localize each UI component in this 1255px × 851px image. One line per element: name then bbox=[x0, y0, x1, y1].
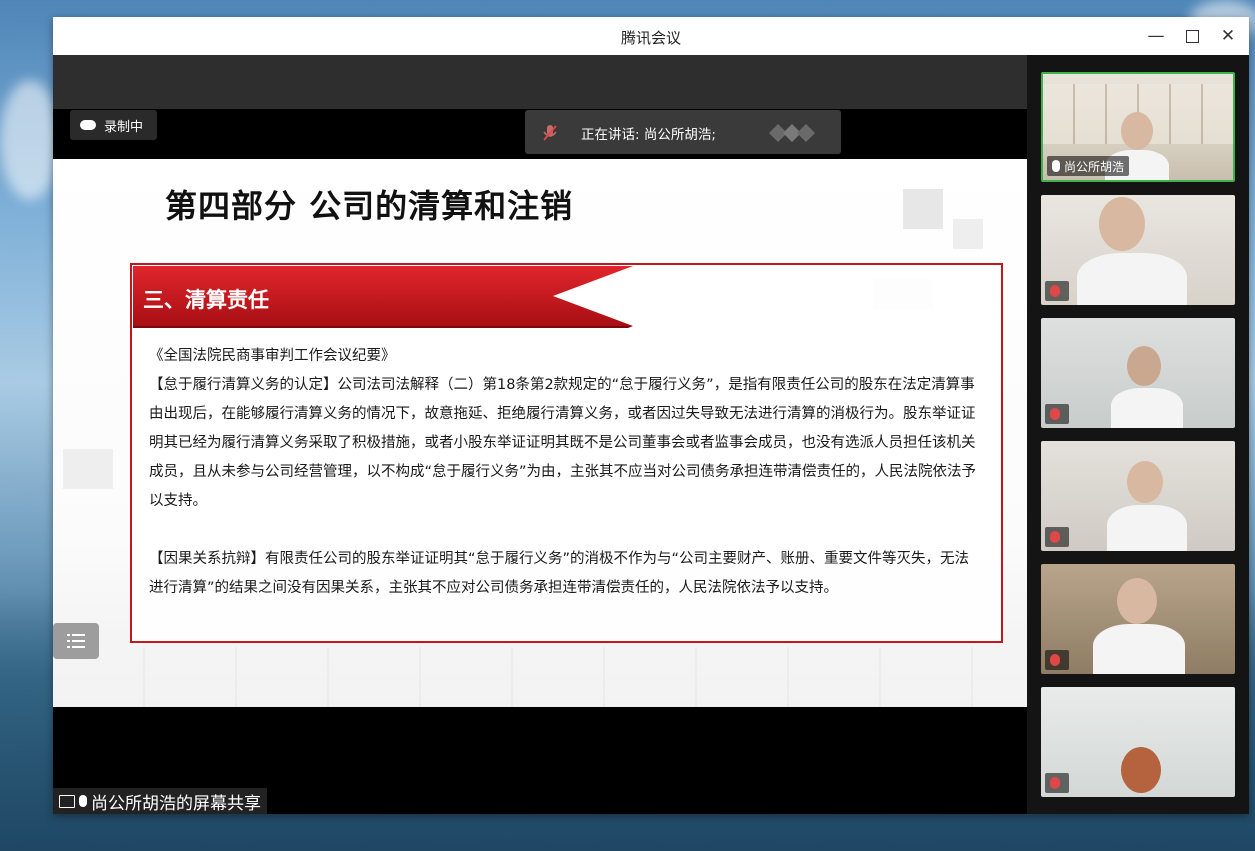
mic-muted-icon bbox=[1050, 285, 1060, 297]
minimize-icon[interactable]: — bbox=[1143, 23, 1169, 49]
presentation-slide: 第四部分 公司的清算和注销 三、清算责任 《全国法院民商事审判工作会议纪要》 【… bbox=[53, 159, 1027, 707]
participant-name-tag bbox=[1045, 527, 1069, 547]
slide-floor bbox=[53, 647, 1027, 707]
participant-name-tag: 尚公所胡浩 bbox=[1047, 156, 1130, 176]
speaking-text: 正在讲话: 尚公所胡浩; bbox=[581, 127, 716, 143]
participant-tile[interactable] bbox=[1041, 441, 1235, 551]
participant-tile[interactable] bbox=[1041, 195, 1235, 305]
participant-face bbox=[1117, 578, 1157, 624]
paragraph-duty: 【怠于履行清算义务的认定】公司法司法解释（二）第18条第2款规定的“怠于履行义务… bbox=[149, 377, 977, 509]
paragraph-causation: 【因果关系抗辩】有限责任公司的股东举证证明其“怠于履行义务”的消极不作为与“公司… bbox=[149, 551, 970, 596]
participant-body bbox=[1093, 624, 1185, 674]
slide-decoration bbox=[953, 219, 983, 249]
mic-muted-icon bbox=[1050, 777, 1060, 789]
participant-body bbox=[1107, 505, 1187, 551]
recording-label: 录制中 bbox=[104, 119, 144, 135]
share-label-text: 尚公所胡浩的屏幕共享 bbox=[91, 793, 261, 814]
background-cloud bbox=[0, 80, 60, 200]
speaking-indicator: 正在讲话: 尚公所胡浩; bbox=[525, 110, 841, 154]
cloud-icon bbox=[80, 120, 96, 130]
slide-decoration bbox=[903, 189, 943, 229]
section-heading: 三、清算责任 bbox=[143, 288, 269, 312]
mic-icon bbox=[79, 795, 87, 807]
shared-screen: 第四部分 公司的清算和注销 三、清算责任 《全国法院民商事审判工作会议纪要》 【… bbox=[53, 55, 1027, 814]
participant-tile[interactable] bbox=[1041, 318, 1235, 428]
participant-name-tag bbox=[1045, 404, 1069, 424]
network-icon bbox=[769, 124, 827, 146]
participant-tile[interactable]: 尚公所胡浩 bbox=[1041, 72, 1235, 182]
maximize-icon[interactable] bbox=[1179, 23, 1205, 49]
mic-muted-icon bbox=[1050, 408, 1060, 420]
slide-decoration bbox=[63, 449, 113, 489]
screen-share-label: 尚公所胡浩的屏幕共享 bbox=[53, 788, 267, 814]
source-line: 《全国法院民商事审判工作会议纪要》 bbox=[149, 348, 396, 364]
participant-tile[interactable] bbox=[1041, 687, 1235, 797]
participants-panel: 尚公所胡浩 bbox=[1027, 55, 1249, 814]
participant-name-tag bbox=[1045, 650, 1069, 670]
recording-indicator[interactable]: 录制中 bbox=[70, 110, 158, 140]
participant-face bbox=[1121, 112, 1153, 150]
participant-face bbox=[1127, 346, 1161, 386]
participant-face bbox=[1127, 461, 1163, 503]
participant-name-tag bbox=[1045, 281, 1069, 301]
screen-share-icon bbox=[59, 794, 75, 808]
participant-face bbox=[1121, 747, 1161, 793]
participant-tile[interactable] bbox=[1041, 564, 1235, 674]
mic-muted-icon bbox=[543, 124, 557, 146]
meeting-window: 腾讯会议 — ✕ 第四部分 公司的清算和注销 三、清算责任 《全国法院民商事审判… bbox=[53, 17, 1249, 814]
participant-body bbox=[1077, 253, 1187, 305]
slide-title: 第四部分 公司的清算和注销 bbox=[165, 187, 574, 225]
participant-name-tag bbox=[1045, 773, 1069, 793]
shared-screen-top-bar bbox=[53, 55, 1027, 109]
title-bar: 腾讯会议 — ✕ bbox=[53, 17, 1249, 56]
window-title: 腾讯会议 bbox=[620, 29, 681, 47]
list-icon bbox=[67, 633, 85, 653]
participant-body bbox=[1111, 388, 1183, 428]
mic-muted-icon bbox=[1050, 654, 1060, 666]
participant-face bbox=[1099, 197, 1145, 251]
slide-menu-button[interactable] bbox=[53, 623, 99, 659]
mic-on-icon bbox=[1052, 160, 1060, 172]
close-icon[interactable]: ✕ bbox=[1215, 23, 1241, 49]
mic-muted-icon bbox=[1050, 531, 1060, 543]
